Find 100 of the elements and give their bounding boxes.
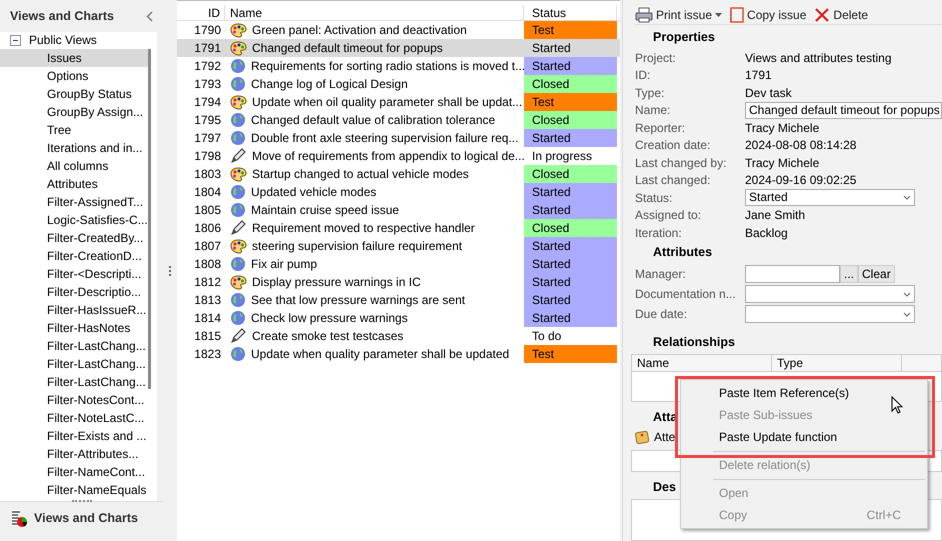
toolbar-button[interactable]: Delete — [814, 6, 868, 24]
table-cell-text: 1790 — [193, 22, 222, 39]
table-cell-text: Move of requirements from appendix to logical de... — [252, 148, 524, 165]
status-dropdown[interactable]: Started — [745, 189, 915, 206]
panel-title: Views and Charts — [10, 8, 114, 25]
table-row[interactable]: 1804 Updated vehicle modes Started — [177, 183, 620, 201]
tree-item[interactable]: GroupBy Assign... — [0, 103, 148, 121]
table-cell-text: 1793 — [193, 76, 222, 93]
table-cell-text: Fix air pump — [251, 256, 318, 273]
table-cell-text: Requirements for sorting radio stations is moved t... — [251, 58, 524, 75]
name-field[interactable]: Changed default timeout for popups — [745, 102, 942, 118]
tree-item[interactable]: Filter-CreationD... — [0, 247, 148, 265]
table-row[interactable]: 1790 Green panel: Activation and deactivation Test — [177, 21, 620, 39]
table-row[interactable]: 1795 Changed default value of calibration tolerance Closed — [177, 111, 620, 129]
table-cell-text: 1807 — [193, 238, 222, 255]
tree-item[interactable]: Issues — [0, 49, 148, 67]
tree-item[interactable]: Iterations and in... — [0, 139, 148, 157]
scrollbar[interactable] — [148, 49, 151, 389]
picker-button[interactable]: Clear — [858, 265, 895, 283]
globe-icon — [230, 76, 246, 92]
table-row[interactable]: 1806 Requirement moved to respective handler Closed — [177, 219, 620, 237]
tree-item[interactable]: Filter-AssignedT... — [0, 193, 148, 211]
pencil-icon — [230, 328, 247, 344]
tree-item[interactable]: Filter-HasNotes — [0, 319, 148, 337]
table-row[interactable]: 1807 steering supervision failure requirement Started — [177, 237, 620, 255]
input-field[interactable] — [745, 265, 840, 283]
column-header[interactable]: Type — [772, 354, 902, 371]
table-row[interactable]: 1798 Move of requirements from appendix to logical de... In progress — [177, 147, 620, 165]
column-header[interactable]: ID — [177, 5, 225, 20]
palette-icon — [230, 166, 247, 182]
tree-item[interactable]: Filter-NameCont... — [0, 463, 148, 481]
field-label: Reporter: — [635, 120, 686, 136]
collapse-node-icon[interactable] — [10, 34, 21, 46]
table-row[interactable]: 1792 Requirements for sorting radio stations is moved t... Started — [177, 57, 620, 75]
chevron-icon — [903, 292, 911, 296]
table-cell-text: 1812 — [193, 274, 222, 291]
tree-item[interactable]: Filter-NotesCont... — [0, 391, 148, 409]
toolbar-button[interactable]: Print issue — [635, 6, 722, 24]
panel-title: Views and Charts — [34, 510, 138, 528]
globe-icon — [230, 184, 246, 200]
tree-item[interactable]: Attributes — [0, 175, 148, 193]
table-row[interactable]: 1812 Display pressure warnings in IC Started — [177, 273, 620, 291]
table-cell-text: 1797 — [193, 130, 222, 147]
tree-item[interactable]: Options — [0, 67, 148, 85]
table-row[interactable]: 1805 Maintain cruise speed issue Started — [177, 201, 620, 219]
field-value: Tracy Michele — [745, 120, 820, 136]
table-row[interactable]: 1823 Update when quality parameter shall be updated Test — [177, 345, 620, 363]
table-row[interactable]: 1813 See that low pressure warnings are sent Started — [177, 291, 620, 309]
column-header[interactable]: Status — [524, 5, 617, 20]
table-cell-text: 1798 — [193, 148, 222, 165]
table-cell-text: 1814 — [193, 310, 222, 327]
column-header[interactable]: Name — [225, 5, 524, 20]
status-cell: Started — [524, 273, 617, 291]
table-cell-text: 1804 — [193, 184, 222, 201]
table-row[interactable]: 1791 Changed default timeout for popups Started — [177, 39, 620, 57]
status-cell: Closed — [524, 165, 617, 183]
tree-item[interactable]: Filter-HasIssueR... — [0, 301, 148, 319]
picker-button[interactable]: ... — [840, 265, 858, 283]
field-label: Due date: — [635, 306, 688, 323]
status-cell: Started — [524, 255, 617, 273]
menu-item[interactable]: Paste Update function — [683, 426, 925, 448]
table-row[interactable]: 1803 Startup changed to actual vehicle modes Closed — [177, 165, 620, 183]
status-cell-text: In progress — [531, 148, 594, 165]
table-row[interactable]: 1815 Create smoke test testcases To do — [177, 327, 620, 345]
status-cell: Closed — [524, 219, 617, 237]
table-row[interactable]: 1797 Double front axle steering supervision failure req... Started — [177, 129, 620, 147]
tree-item[interactable]: Filter-CreatedBy... — [0, 229, 148, 247]
table-row[interactable]: 1794 Update when oil quality parameter shall be updat... Test — [177, 93, 620, 111]
tree-item[interactable]: Filter-Descriptio... — [0, 283, 148, 301]
tree-item[interactable]: All columns — [0, 157, 148, 175]
tree-item[interactable]: Filter-NoteLastC... — [0, 409, 148, 427]
tree-item[interactable]: Filter-LastChang... — [0, 337, 148, 355]
tree-item[interactable]: Tree — [0, 121, 148, 139]
table-cell-text: 1803 — [193, 166, 222, 183]
dropdown-field[interactable] — [745, 305, 915, 323]
table-row[interactable]: 1793 Change log of Logical Design Closed — [177, 75, 620, 93]
menu-item[interactable]: Paste Item Reference(s) — [683, 382, 925, 404]
tree-item[interactable]: Filter-<Descripti... — [0, 265, 148, 283]
tree-item[interactable]: Filter-LastChang... — [0, 373, 148, 391]
tree-item[interactable]: Public Views — [29, 32, 97, 49]
dropdown-field[interactable] — [745, 285, 915, 303]
attach-link[interactable]: Atte — [654, 428, 676, 446]
globe-icon — [230, 310, 246, 326]
table-row[interactable]: 1808 Fix air pump Started — [177, 255, 620, 273]
tree-item[interactable]: Filter-NameEquals — [0, 481, 148, 499]
field-value: 2024-08-08 08:14:28 — [745, 137, 858, 154]
tree-item[interactable]: Filter-Attributes... — [0, 445, 148, 463]
tree-item[interactable]: GroupBy Status — [0, 85, 148, 103]
field-value: Dev task — [745, 84, 793, 102]
table-row[interactable]: 1814 Check low pressure warnings Started — [177, 309, 620, 327]
toolbar-button[interactable]: Copy issue — [730, 6, 806, 24]
table-cell-text: 1815 — [193, 328, 222, 345]
table-cell-text: 1808 — [193, 256, 222, 273]
column-header[interactable]: Name — [632, 354, 772, 371]
tree-item[interactable]: Filter-Exists and ... — [0, 427, 148, 445]
pencil-icon — [230, 148, 247, 164]
table-cell-text: See that low pressure warnings are sent — [251, 292, 466, 309]
tree-item[interactable]: Filter-LastChang... — [0, 355, 148, 373]
table-cell-text: 1813 — [193, 292, 222, 309]
tree-item[interactable]: Logic-Satisfies-C... — [0, 211, 148, 229]
